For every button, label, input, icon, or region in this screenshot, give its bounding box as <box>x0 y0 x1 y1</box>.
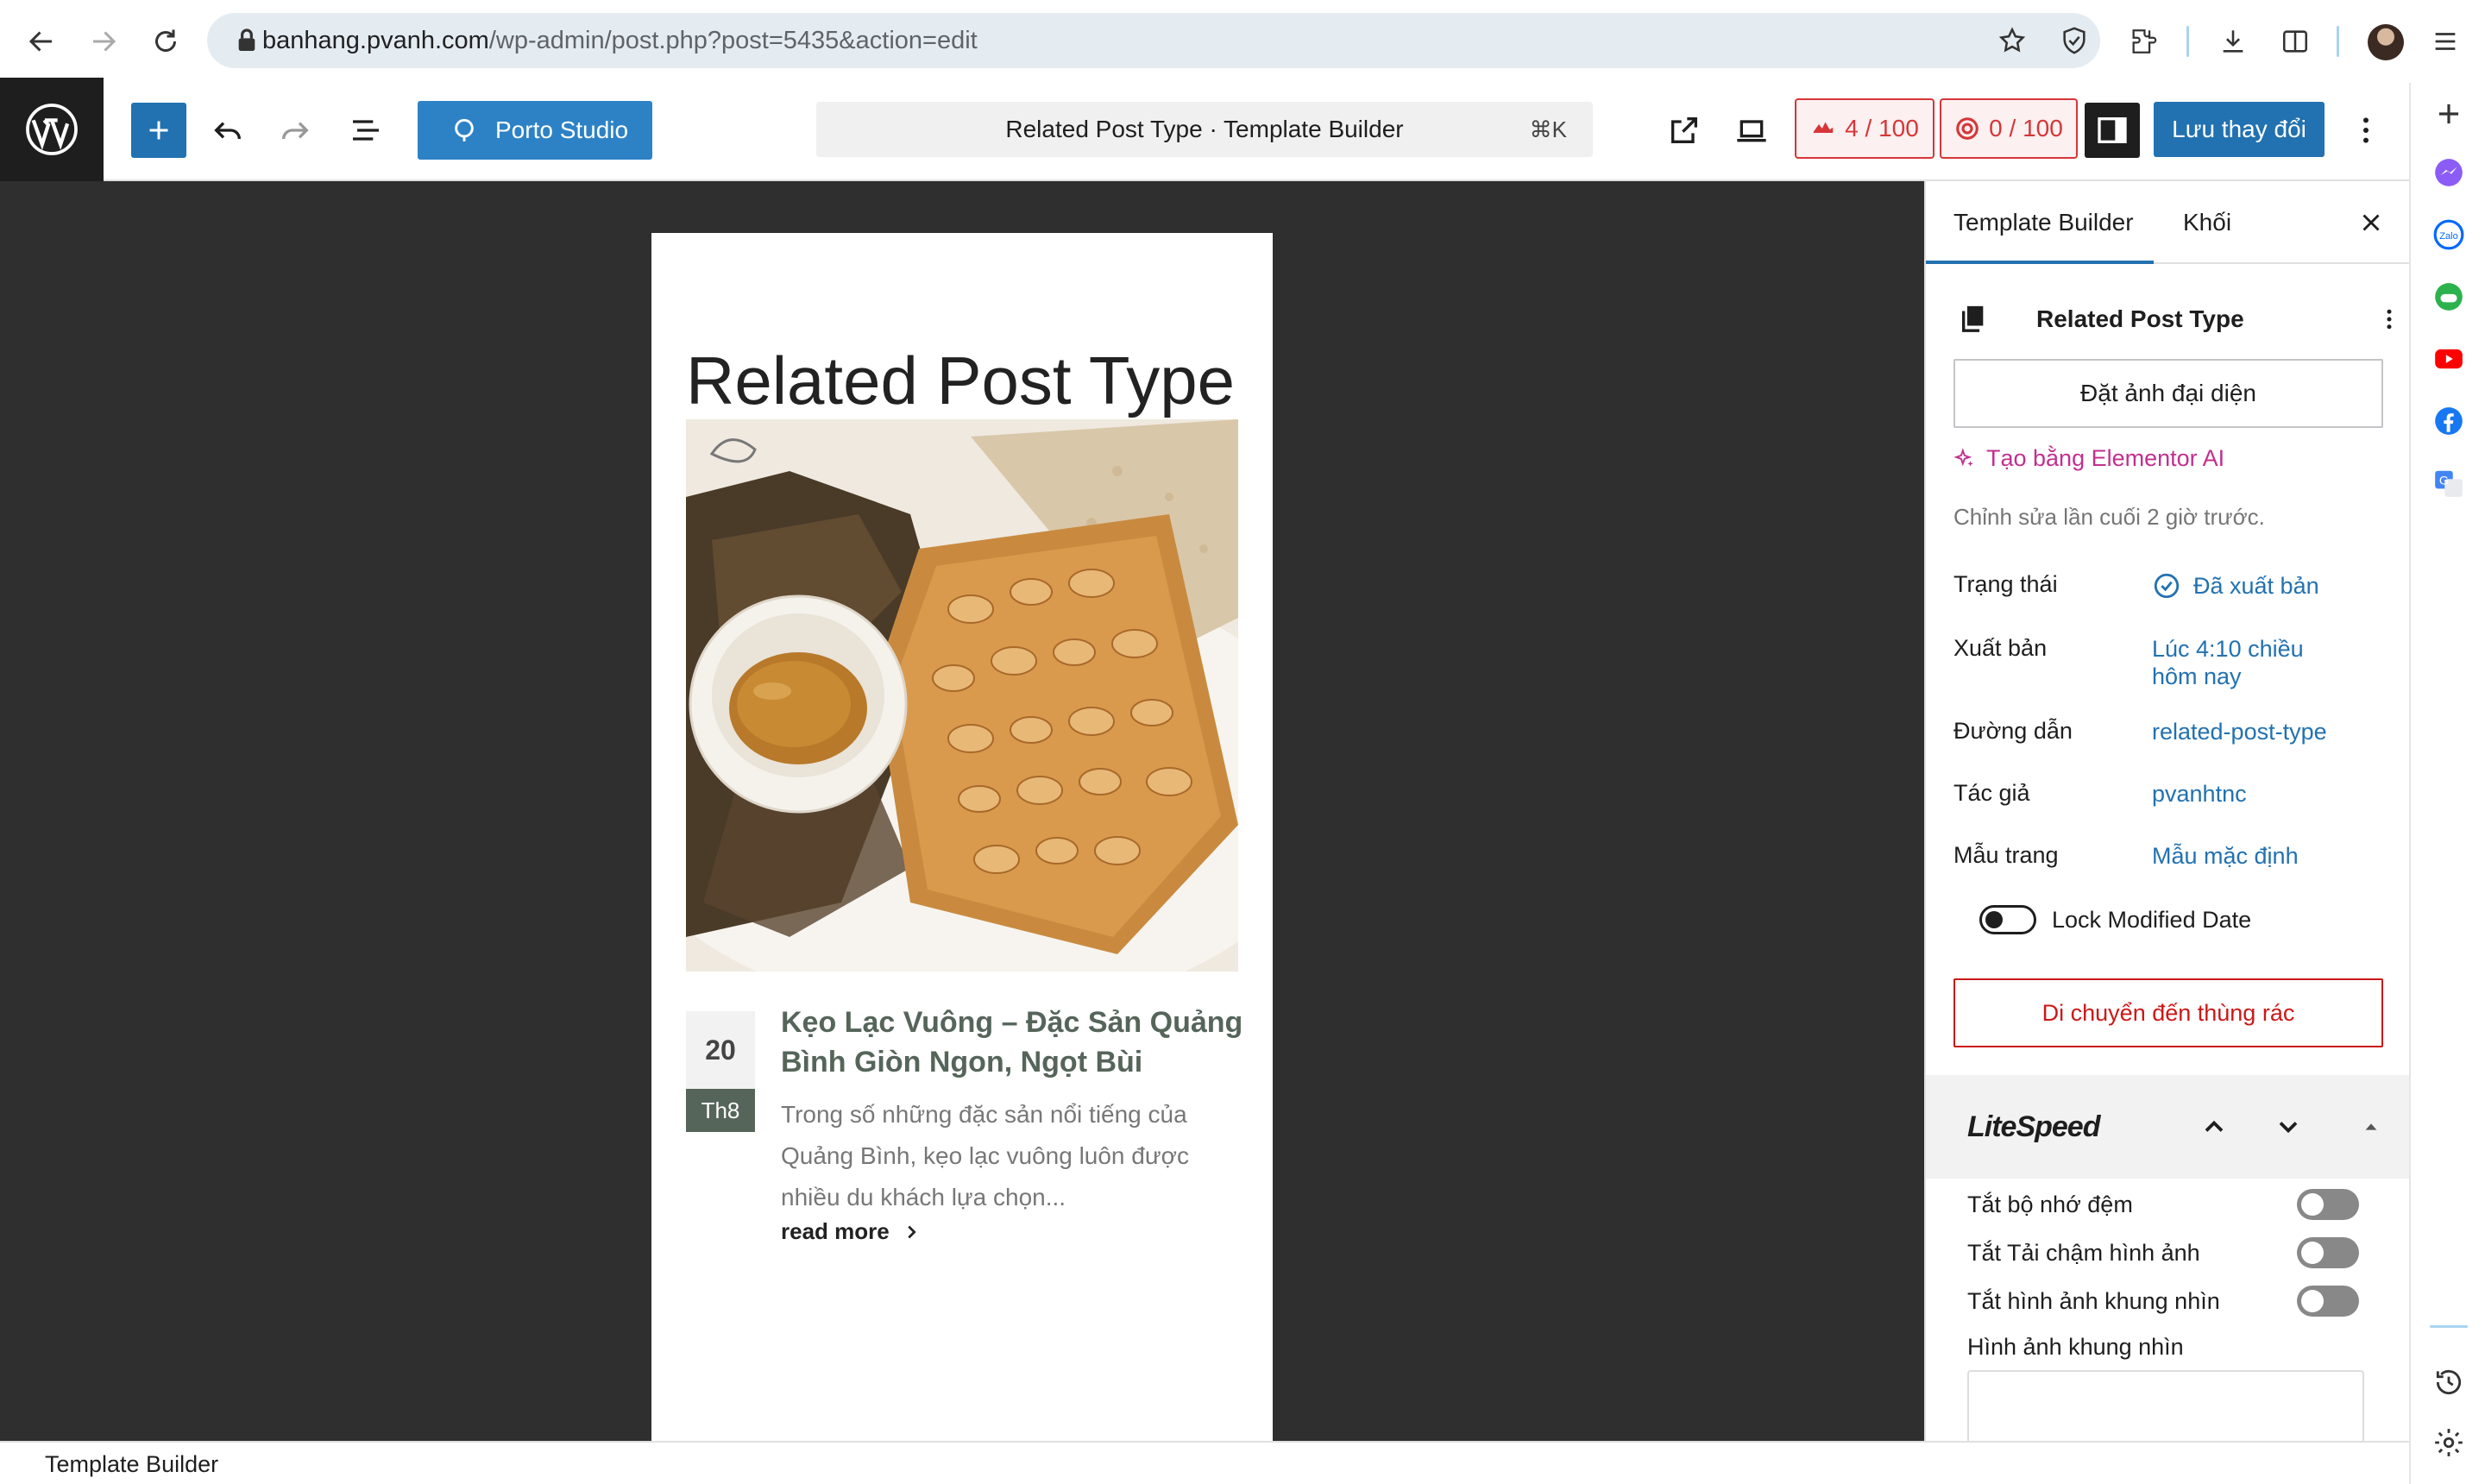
game-controller-icon[interactable] <box>2426 274 2471 319</box>
url-text: banhang.pvanh.com/wp-admin/post.php?post… <box>262 27 978 54</box>
editor-canvas[interactable]: Related Post Type 20 Th8 Kẹo Lạc Vuông –… <box>0 181 1924 1441</box>
related-post-excerpt: Trong số những đặc sản nổi tiếng của Quả… <box>781 1101 1189 1210</box>
status-value[interactable]: Đã xuất bản <box>2152 571 2376 601</box>
porto-studio-button[interactable]: Porto Studio <box>418 101 652 160</box>
download-icon[interactable] <box>2211 19 2255 64</box>
date-month: Th8 <box>686 1089 755 1132</box>
move-down-chevron-icon[interactable] <box>2269 1108 2307 1146</box>
author-value[interactable]: pvanhtnc <box>2152 780 2376 808</box>
browser-sidebar: Zalo G <box>2409 83 2485 1484</box>
chevron-right-icon <box>908 1225 916 1238</box>
document-overview-icon[interactable] <box>338 103 393 158</box>
document-title: Related Post Type · Template Builder <box>1005 116 1404 142</box>
move-to-trash-button[interactable]: Di chuyển đến thùng rác <box>1953 978 2383 1047</box>
forward-icon[interactable] <box>79 17 128 66</box>
plus-icon[interactable] <box>2426 91 2471 136</box>
close-icon[interactable] <box>2354 205 2388 240</box>
command-palette-bar[interactable]: Related Post Type · Template Builder ⌘K <box>816 102 1593 157</box>
lock-modified-date-toggle[interactable] <box>1979 905 2036 934</box>
post-date-badge: 20 Th8 <box>686 1011 755 1132</box>
settings-sidebar-toggle-button[interactable] <box>2085 103 2140 158</box>
svg-text:Zalo: Zalo <box>2439 231 2458 242</box>
set-featured-image-button[interactable]: Đặt ảnh đại diện <box>1953 359 2383 428</box>
lock-icon <box>238 28 255 51</box>
related-post-title-link[interactable]: Kẹo Lạc Vuông – Đặc Sản Quảng Bình Giòn … <box>781 1003 1247 1082</box>
document-header: Related Post Type <box>1959 293 2392 345</box>
preview-frame[interactable]: Related Post Type 20 Th8 Kẹo Lạc Vuông –… <box>651 233 1273 1441</box>
facebook-icon[interactable] <box>2426 399 2471 443</box>
score-shape-icon <box>1813 122 1834 133</box>
litespeed-row-lazyload: Tắt Tải chậm hình ảnh <box>1967 1236 2373 1270</box>
browser-chrome: banhang.pvanh.com/wp-admin/post.php?post… <box>0 0 2485 83</box>
readability-score-badge[interactable]: 0 / 100 <box>1940 98 2078 159</box>
zalo-icon[interactable]: Zalo <box>2426 212 2471 257</box>
tab-template-builder[interactable]: Template Builder <box>1953 181 2134 264</box>
lock-modified-date-row: Lock Modified Date <box>1979 902 2251 937</box>
porto-icon <box>455 118 474 141</box>
undo-icon[interactable] <box>200 103 255 158</box>
svg-text:G: G <box>2439 475 2449 488</box>
youtube-icon[interactable] <box>2426 336 2471 381</box>
editor-footer: Template Builder <box>0 1441 2409 1484</box>
elementor-ai-link[interactable]: Tạo bằng Elementor AI <box>1953 445 2224 472</box>
device-preview-icon[interactable] <box>1724 103 1779 158</box>
sidebar-tabs: Template Builder Khối <box>1926 181 2409 264</box>
disable-lazyload-toggle[interactable] <box>2297 1237 2359 1268</box>
settings-gear-icon[interactable] <box>2426 1420 2471 1465</box>
collapse-triangle-icon[interactable] <box>2352 1108 2390 1146</box>
last-edited-text: Chỉnh sửa lần cuối 2 giờ trước. <box>1953 504 2265 530</box>
publish-date-value[interactable]: Lúc 4:10 chiều hôm nay <box>2152 635 2333 690</box>
document-title: Related Post Type <box>2036 305 2244 332</box>
slug-value[interactable]: related-post-type <box>2152 718 2376 745</box>
featured-image[interactable] <box>686 419 1238 972</box>
breadcrumb[interactable]: Template Builder <box>45 1443 218 1484</box>
template-value[interactable]: Mẫu mặc định <box>2152 842 2376 870</box>
document-actions-icon[interactable] <box>2376 304 2402 335</box>
sparkle-icon <box>1953 447 1973 467</box>
viewport-images-label: Hình ảnh khung nhìn <box>1967 1334 2184 1360</box>
bookmark-star-icon[interactable] <box>1990 18 2035 63</box>
disable-viewport-images-toggle[interactable] <box>2297 1286 2359 1317</box>
published-check-icon <box>2154 573 2180 599</box>
view-post-external-icon[interactable] <box>1657 103 1712 158</box>
add-block-button[interactable] <box>131 103 186 158</box>
profile-avatar[interactable] <box>2368 24 2404 60</box>
template-document-icon <box>1961 305 1984 332</box>
more-options-icon[interactable] <box>2340 103 2392 158</box>
extensions-puzzle-icon[interactable] <box>2121 19 2166 64</box>
litespeed-row-viewport: Tắt hình ảnh khung nhìn <box>1967 1284 2373 1318</box>
disable-cache-toggle[interactable] <box>2297 1189 2359 1220</box>
settings-sidebar: Template Builder Khối Related Post Type … <box>1924 181 2409 1441</box>
seo-score-badge[interactable]: 4 / 100 <box>1795 98 1935 159</box>
wordpress-logo-icon[interactable] <box>0 78 104 181</box>
reload-icon[interactable] <box>142 17 190 66</box>
address-bar[interactable]: banhang.pvanh.com/wp-admin/post.php?post… <box>207 13 2100 68</box>
shortcut-hint: ⌘K <box>1529 116 1567 142</box>
history-icon[interactable] <box>2426 1360 2471 1405</box>
litespeed-title: LiteSpeed <box>1967 1110 2100 1143</box>
messenger-icon[interactable] <box>2426 150 2471 195</box>
peanut-candy-photo-icon <box>686 419 1238 972</box>
readability-icon <box>1956 117 1979 140</box>
shield-extension-icon[interactable] <box>2052 18 2097 63</box>
redo-icon[interactable] <box>267 103 323 158</box>
save-button[interactable]: Lưu thay đổi <box>2154 102 2325 157</box>
post-title[interactable]: Related Post Type <box>686 342 1235 420</box>
read-more-link[interactable]: read more <box>781 1218 921 1245</box>
translate-icon[interactable]: G <box>2426 461 2471 506</box>
menu-hamburger-icon[interactable] <box>2423 19 2468 64</box>
back-icon[interactable] <box>17 17 66 66</box>
active-tab-indicator <box>1926 261 2154 264</box>
litespeed-row-cache: Tắt bộ nhớ đệm <box>1967 1187 2373 1222</box>
move-up-chevron-icon[interactable] <box>2195 1108 2233 1146</box>
litespeed-panel-header[interactable]: LiteSpeed <box>1926 1075 2409 1179</box>
tab-block[interactable]: Khối <box>2183 181 2231 264</box>
editor-toolbar: Porto Studio Related Post Type · Templat… <box>0 78 2409 181</box>
viewport-images-textarea[interactable] <box>1967 1370 2364 1441</box>
date-day: 20 <box>686 1011 755 1089</box>
split-view-icon[interactable] <box>2273 19 2318 64</box>
